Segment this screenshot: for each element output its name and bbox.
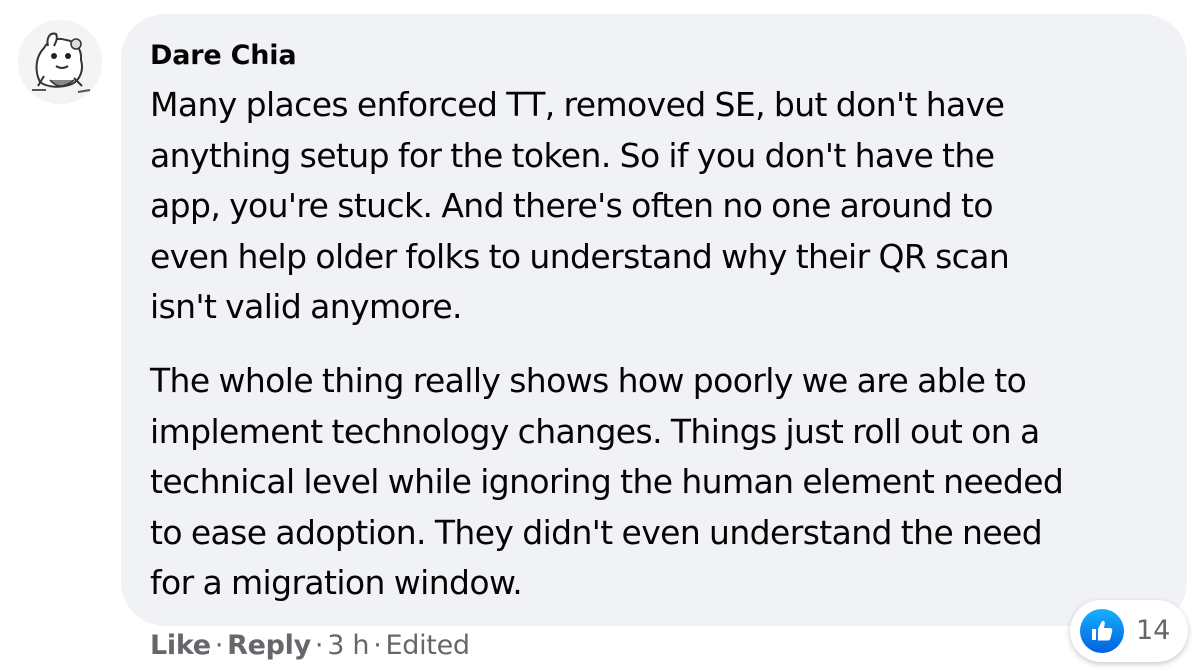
comment-text-line: for a migration window. [150,563,523,603]
comment-text-line: to ease adoption. They didn't even under… [150,512,1043,552]
separator-dot: · [214,630,224,661]
separator-dot: · [373,630,382,661]
reaction-summary[interactable]: 14 [1070,600,1188,662]
separator-dot: · [314,630,324,661]
like-link[interactable]: Like [150,630,211,661]
comment-text-line: technical level while ignoring the human… [150,462,1064,502]
comment-text-line: app, you're stuck. And there's often no … [150,186,994,226]
comment-text-line: anything setup for the token. So if you … [150,135,995,175]
avatar[interactable] [18,20,102,104]
comment-paragraph: Many places enforced TT, removed SE, but… [150,80,1160,333]
comment-text-line: implement technology changes. Things jus… [150,411,1040,451]
comment-text-line: even help older folks to understand why … [150,236,1010,276]
reply-link[interactable]: Reply [227,630,311,661]
comment-text-line: isn't valid anymore. [150,287,463,327]
comment-timestamp[interactable]: 3 h [327,630,369,661]
reaction-count: 14 [1136,615,1171,646]
comment-text-line: The whole thing really shows how poorly … [150,361,1027,400]
comment-actions: Like · Reply · 3 h · Edited [150,632,470,659]
comment-paragraph: The whole thing really shows how poorly … [150,356,1160,609]
edited-label[interactable]: Edited [385,630,470,661]
comment-text-line: Many places enforced TT, removed SE, but… [150,85,1005,124]
like-thumbs-up-icon [1080,609,1124,653]
comment-author-name[interactable]: Dare Chia [150,42,297,69]
avatar-cartoon-icon [18,20,102,104]
